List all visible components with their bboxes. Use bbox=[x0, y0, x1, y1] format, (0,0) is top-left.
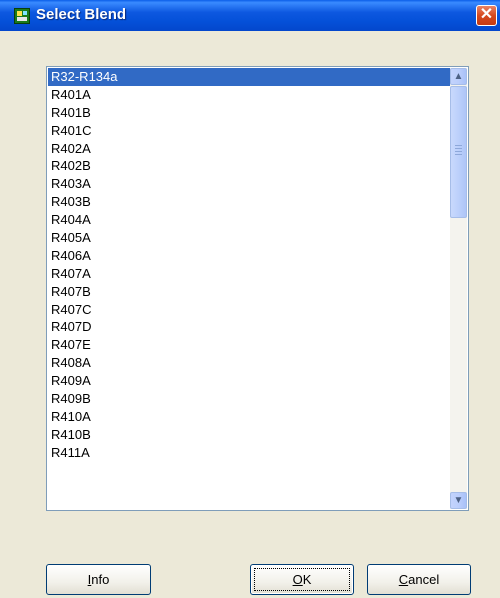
list-item[interactable]: R407C bbox=[48, 301, 450, 319]
list-item[interactable]: R407E bbox=[48, 336, 450, 354]
scroll-up-button[interactable]: ▲ bbox=[450, 68, 467, 85]
list-item[interactable]: R401B bbox=[48, 104, 450, 122]
select-blend-dialog: Select Blend ✕ R32-R134a R401A R401B R401C R… bbox=[0, 0, 500, 598]
window-title: Select Blend bbox=[36, 6, 127, 23]
list-item[interactable]: R408A bbox=[48, 354, 450, 372]
scroll-down-button[interactable]: ▼ bbox=[450, 492, 467, 509]
list-item[interactable]: R407A bbox=[48, 265, 450, 283]
list-item[interactable]: R407B bbox=[48, 283, 450, 301]
list-item[interactable]: R405A bbox=[48, 229, 450, 247]
list-item[interactable]: R401A bbox=[48, 86, 450, 104]
list-item[interactable]: R409A bbox=[48, 372, 450, 390]
blend-listbox[interactable]: R32-R134a R401A R401B R401C R402A R402B R403A R… bbox=[46, 66, 469, 511]
list-item[interactable]: R410A bbox=[48, 408, 450, 426]
ok-button[interactable]: OK bbox=[250, 564, 354, 595]
info-button-label: Info bbox=[87, 572, 110, 587]
list-item[interactable]: R406A bbox=[48, 247, 450, 265]
list-item[interactable]: R401C bbox=[48, 122, 450, 140]
list-item[interactable]: R407D bbox=[48, 318, 450, 336]
list-item[interactable]: R32-R134a bbox=[48, 68, 450, 86]
app-icon bbox=[14, 8, 30, 24]
scrollbar-thumb[interactable] bbox=[450, 86, 467, 218]
list-item[interactable]: R402A bbox=[48, 140, 450, 158]
list-item[interactable]: R410B bbox=[48, 426, 450, 444]
ok-button-label: OK bbox=[292, 572, 312, 587]
list-item[interactable]: R403B bbox=[48, 193, 450, 211]
close-button[interactable]: ✕ bbox=[476, 5, 497, 26]
list-item[interactable]: R403A bbox=[48, 175, 450, 193]
chevron-up-icon: ▲ bbox=[453, 71, 464, 82]
list-item[interactable]: R411A bbox=[48, 444, 450, 462]
list-item[interactable]: R404A bbox=[48, 211, 450, 229]
vertical-scrollbar[interactable]: ▲ ▼ bbox=[450, 68, 467, 509]
list-item[interactable]: R409B bbox=[48, 390, 450, 408]
chevron-down-icon: ▼ bbox=[453, 495, 464, 506]
cancel-button[interactable]: Cancel bbox=[367, 564, 471, 595]
list-item[interactable]: R402B bbox=[48, 157, 450, 175]
info-button[interactable]: Info bbox=[46, 564, 151, 595]
title-bar[interactable]: Select Blend ✕ bbox=[0, 0, 500, 31]
blend-list-items: R32-R134a R401A R401B R401C R402A R402B R403A R… bbox=[48, 68, 450, 462]
close-icon: ✕ bbox=[479, 6, 494, 23]
cancel-button-label: Cancel bbox=[398, 572, 440, 587]
